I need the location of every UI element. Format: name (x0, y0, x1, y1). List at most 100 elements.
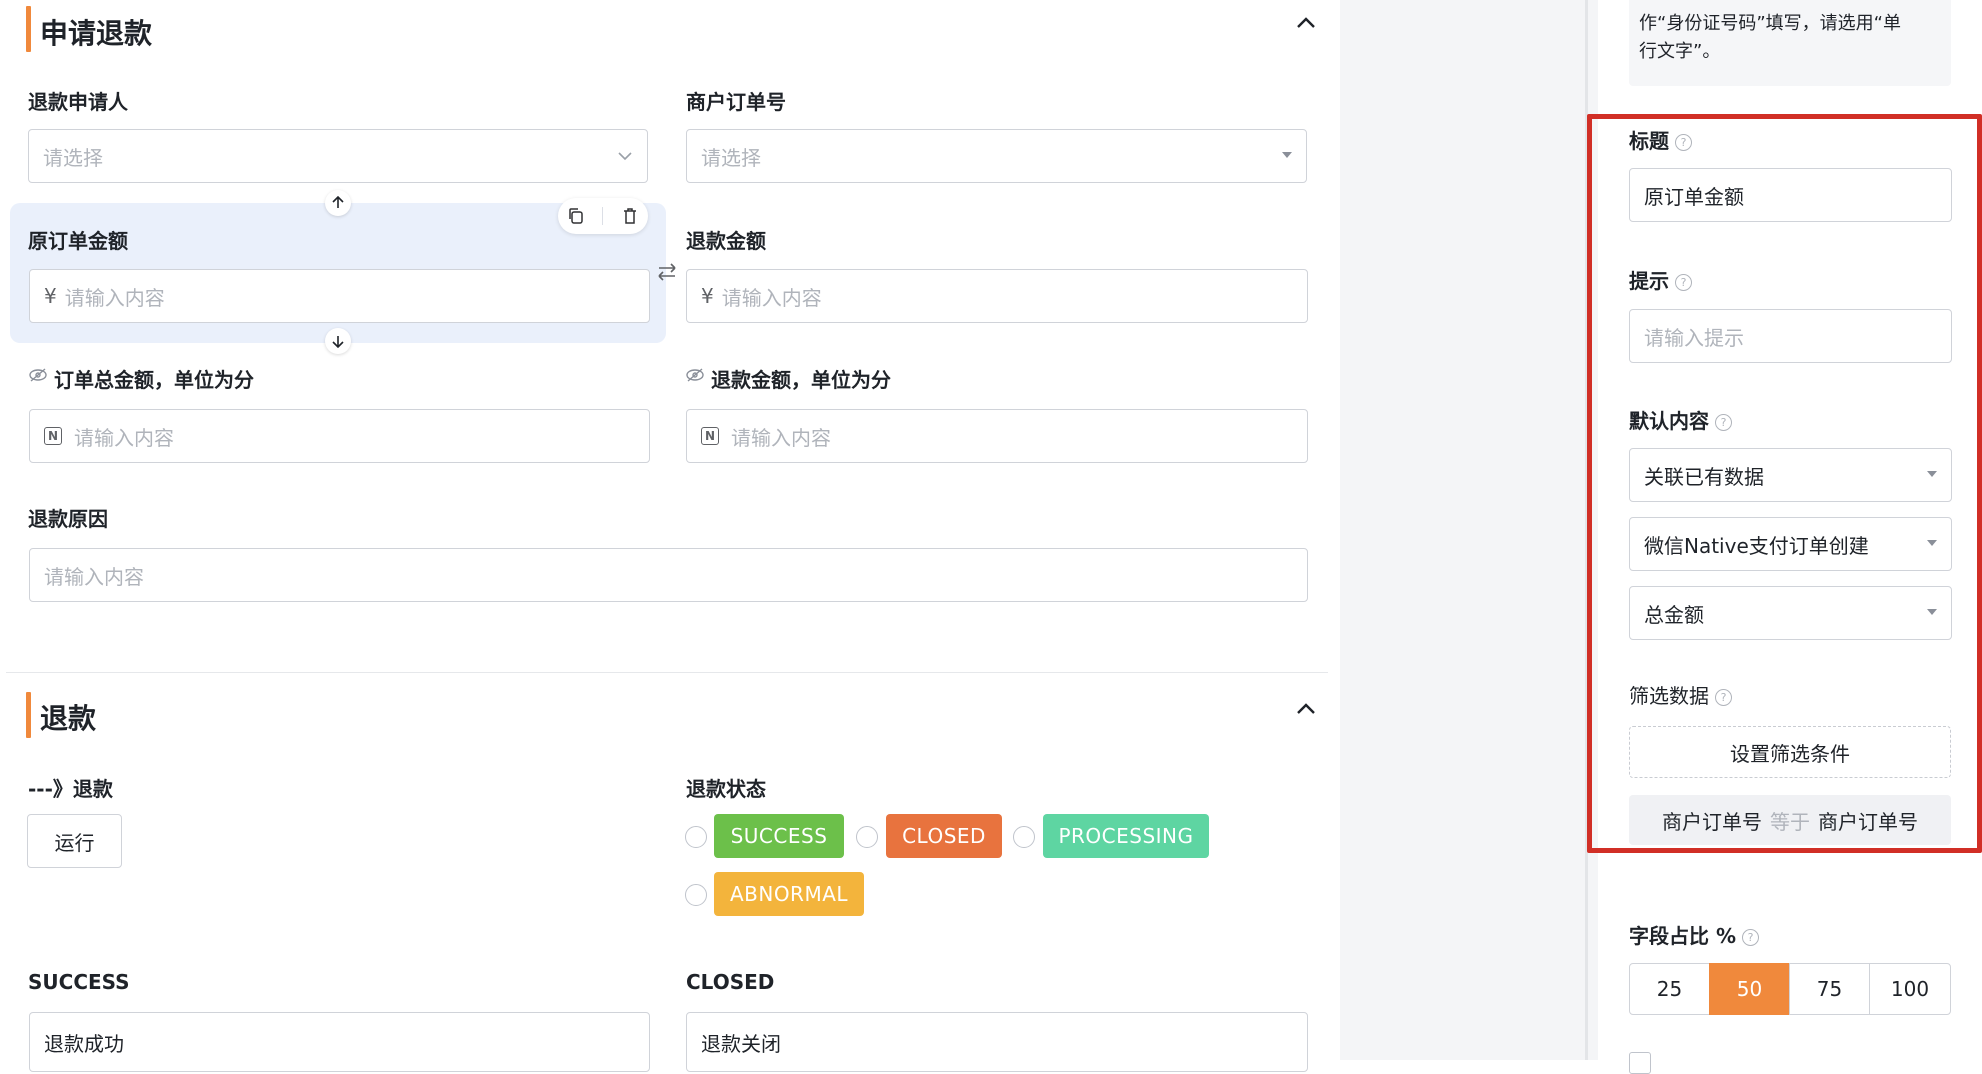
hint-prop-label: 提示? (1629, 265, 1692, 294)
status-radio-abnormal[interactable] (685, 884, 707, 906)
default-field-select[interactable]: 总金额 (1629, 586, 1952, 640)
move-down-button[interactable] (325, 328, 351, 354)
default-prop-text: 默认内容 (1629, 409, 1709, 433)
arrow-down-icon (332, 336, 344, 348)
title-prop-text: 标题 (1629, 129, 1669, 153)
canvas-gutter (1340, 0, 1598, 1060)
eye-hidden-icon (686, 368, 704, 382)
checkbox[interactable] (1629, 1052, 1651, 1074)
default-source-value: 微信Native支付订单创建 (1644, 533, 1869, 558)
default-mode-select[interactable]: 关联已有数据 (1629, 448, 1952, 502)
section-title: 退款 (40, 702, 97, 735)
refund-status-label: 退款状态 (686, 777, 766, 801)
trash-icon[interactable] (621, 207, 639, 225)
title-prop-input[interactable]: 原订单金额 (1629, 168, 1952, 222)
default-source-select[interactable]: 微信Native支付订单创建 (1629, 517, 1952, 571)
field-type-note: 作“身份证号码”填写，请选用“单 行文字”。 (1629, 0, 1951, 86)
refund-reason-placeholder: 请输入内容 (44, 564, 144, 589)
refund-amount-label: 退款金额 (686, 229, 766, 253)
merchant-order-select[interactable]: 请选择 (686, 129, 1307, 183)
panel-scrollbar[interactable] (1585, 0, 1588, 1060)
caret-down-icon (1927, 540, 1937, 546)
closed-value: 退款关闭 (701, 1031, 781, 1056)
filter-operator: 等于 (1770, 809, 1810, 834)
default-mode-value: 关联已有数据 (1644, 464, 1764, 489)
filter-right-field: 商户订单号 (1818, 809, 1918, 834)
refund-cents-label: 退款金额，单位为分 (711, 368, 891, 392)
success-input[interactable]: 退款成功 (29, 1012, 650, 1072)
caret-down-icon (1927, 609, 1937, 615)
section-accent-bar (26, 692, 31, 738)
note-line-2: 行文字”。 (1639, 41, 1721, 62)
hint-prop-text: 提示 (1629, 269, 1669, 293)
help-icon[interactable]: ? (1675, 134, 1692, 151)
width-option-75[interactable]: 75 (1789, 963, 1870, 1015)
applicant-select[interactable]: 请选择 (28, 129, 648, 183)
status-tag-abnormal[interactable]: ABNORMAL (714, 872, 864, 916)
run-button[interactable]: 运行 (27, 814, 122, 868)
width-option-25[interactable]: 25 (1629, 963, 1710, 1015)
eye-hidden-icon (29, 368, 47, 382)
yuan-prefix: ¥ (44, 284, 57, 308)
status-tag-processing[interactable]: PROCESSING (1043, 814, 1209, 858)
note-line-1: 作“身份证号码”填写，请选用“单 (1639, 13, 1901, 34)
help-icon[interactable]: ? (1715, 414, 1732, 431)
filter-rule-row[interactable]: 商户订单号 等于 商户订单号 (1629, 795, 1951, 845)
success-label: SUCCESS (28, 970, 130, 994)
filter-prop-label: 筛选数据? (1629, 680, 1732, 709)
merchant-order-placeholder: 请选择 (701, 145, 761, 170)
help-icon[interactable]: ? (1742, 929, 1760, 946)
applicant-placeholder: 请选择 (43, 145, 103, 170)
original-amount-input[interactable]: ¥ 请输入内容 (29, 269, 650, 323)
refund-cents-placeholder: 请输入内容 (731, 425, 831, 450)
order-total-cents-label: 订单总金额，单位为分 (54, 368, 254, 392)
hint-prop-input[interactable]: 请输入提示 (1629, 309, 1952, 363)
number-icon: N (701, 427, 719, 445)
default-field-value: 总金额 (1644, 602, 1704, 627)
title-prop-label: 标题? (1629, 125, 1692, 154)
refund-reason-label: 退款原因 (28, 507, 108, 531)
status-tag-closed[interactable]: CLOSED (886, 814, 1002, 858)
chevron-down-icon (618, 152, 632, 161)
original-amount-label: 原订单金额 (28, 229, 128, 253)
filter-left-field: 商户订单号 (1662, 809, 1762, 834)
status-radio-processing[interactable] (1013, 826, 1035, 848)
status-radio-closed[interactable] (856, 826, 878, 848)
hint-prop-placeholder: 请输入提示 (1644, 325, 1744, 350)
set-filter-button[interactable]: 设置筛选条件 (1629, 726, 1951, 778)
refund-cents-input[interactable]: N 请输入内容 (686, 409, 1308, 463)
swap-icon[interactable] (656, 262, 678, 282)
closed-label: CLOSED (686, 970, 775, 994)
width-prop-text: 字段占比 % (1629, 924, 1737, 948)
help-icon[interactable]: ? (1675, 274, 1692, 291)
section-title: 申请退款 (40, 17, 153, 50)
refund-amount-input[interactable]: ¥ 请输入内容 (686, 269, 1308, 323)
status-radio-success[interactable] (685, 826, 707, 848)
copy-icon[interactable] (567, 207, 585, 225)
default-prop-label: 默认内容? (1629, 405, 1732, 434)
section-accent-bar (26, 6, 31, 52)
width-option-100[interactable]: 100 (1869, 963, 1951, 1015)
width-option-50[interactable]: 50 (1709, 963, 1790, 1015)
status-tag-success[interactable]: SUCCESS (714, 814, 844, 858)
arrow-up-icon (332, 196, 344, 208)
refund-amount-placeholder: 请输入内容 (721, 285, 822, 310)
toolbar-divider (602, 207, 604, 225)
filter-prop-text: 筛选数据 (1629, 684, 1709, 708)
move-up-button[interactable] (325, 190, 351, 216)
caret-down-icon (1282, 152, 1292, 158)
title-prop-value: 原订单金额 (1644, 184, 1744, 209)
closed-input[interactable]: 退款关闭 (686, 1012, 1308, 1072)
success-value: 退款成功 (44, 1031, 124, 1056)
field-toolbar (558, 198, 648, 234)
merchant-order-label: 商户订单号 (686, 90, 786, 114)
number-icon: N (44, 427, 62, 445)
collapse-chevron-icon[interactable] (1296, 17, 1316, 29)
order-total-cents-placeholder: 请输入内容 (74, 425, 174, 450)
caret-down-icon (1927, 471, 1937, 477)
order-total-cents-input[interactable]: N 请输入内容 (29, 409, 650, 463)
refund-reason-input[interactable]: 请输入内容 (29, 548, 1308, 602)
collapse-chevron-icon[interactable] (1296, 703, 1316, 715)
help-icon[interactable]: ? (1715, 689, 1732, 706)
section-divider (6, 672, 1328, 673)
